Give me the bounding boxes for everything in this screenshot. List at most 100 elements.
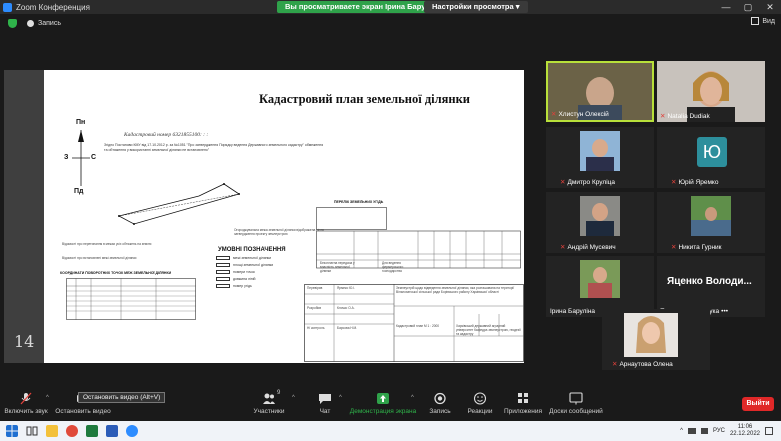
participant-name: Андрій Мусевич [567,243,616,251]
stop-video-label: Остановить видео [55,408,111,415]
legend-swatch [216,270,230,274]
participant-tile[interactable]: ✕ Арнаутова Олена [602,309,710,370]
task-view-icon[interactable] [26,425,38,437]
participant-name-large: Яценко Володи... [667,276,752,287]
apps-button[interactable]: Приложения [503,385,543,421]
legend-swatch [216,284,230,288]
chevron-down-icon: ▾ [515,2,520,11]
participant-tile[interactable]: ✕ Natalia Dudiak [657,61,765,122]
participant-name: Никита Гурник [678,243,722,251]
notifications-icon[interactable] [765,427,773,435]
record-button[interactable]: Запись [428,385,452,421]
participant-name-label: ✕ Юрій Яремко [671,178,719,187]
minimize-button[interactable]: — [715,0,737,14]
usage-row-text: Безоплатна передача у власність земельно… [320,261,355,273]
stop-video-button[interactable]: Остановить видео [55,385,111,421]
share-screen-button[interactable]: Демонстрация экрана [350,385,416,421]
participant-tile[interactable]: ✕ Никита Гурник [657,192,765,253]
loading-dots-icon: ••• [721,308,728,315]
participants-count: 9 [277,390,281,396]
share-screen-icon [377,393,389,404]
participant-tile[interactable]: Ірина Баруліна [546,256,654,317]
participant-video [691,196,731,236]
stamp-control: Барсова Н.М. [337,326,358,330]
grid-view-icon [751,17,760,25]
participant-name: Natalia Dudiak [667,112,710,120]
whiteboard-icon [569,392,583,405]
clock-date: 22.12.2022 [729,431,760,437]
close-button[interactable]: ✕ [759,0,781,14]
stamp-performer-label: Розробив [307,306,322,310]
mic-muted-icon: ✕ [560,179,566,186]
share-options-caret[interactable]: ^ [411,395,414,401]
reactions-button[interactable]: Реакции [466,385,494,421]
clock[interactable]: 11:06 22.12.2022 [730,424,760,438]
participant-tile[interactable]: ✕ Дмитро Круліца [546,127,654,188]
participant-name: Юрій Яремко [678,178,719,186]
windows-start-icon[interactable] [6,425,18,437]
legend-item: межі земельної ділянки [216,256,271,260]
participant-name: Дмитро Круліца [567,178,615,186]
participants-options-caret[interactable]: ^ [292,395,295,401]
title-bar: Zoom Конференция Вы просматриваете экран… [0,0,781,14]
whiteboards-button[interactable]: Доски сообщений [548,385,604,421]
document-note: Згідно Постанови КМУ від 17.10.2012 р. з… [104,143,324,152]
security-shield-icon[interactable] [8,18,17,28]
mic-muted-icon: ✕ [671,179,677,186]
chrome-icon[interactable] [66,425,78,437]
input-language[interactable]: РУС [713,428,725,434]
chat-options-caret[interactable]: ^ [339,395,342,401]
legend-item: номери точок [216,270,255,274]
participant-tile[interactable]: ✕ Андрій Мусевич [546,192,654,253]
word-icon[interactable] [106,425,118,437]
participants-button[interactable]: Участники [252,385,286,421]
system-tray: ^ РУС 11:06 22.12.2022 [680,421,773,441]
mic-muted-icon: ✕ [660,113,666,120]
legend-swatch [216,277,230,281]
audio-options-caret[interactable]: ^ [46,395,49,401]
legend-swatch [216,263,230,267]
legend-item-label: довжина ліній [233,277,256,281]
restrictions-note: Огороджувальна межа земельної ділянки ві… [234,228,324,236]
chat-button[interactable]: Чат [314,385,336,421]
participant-tile[interactable]: ✕ Хлистун Олексій [546,61,654,122]
document-title: Кадастровий план земельної ділянки [259,92,471,106]
stamp-project: Землеустрій щодо відведення земельної ді… [396,286,515,294]
share-screen-label: Демонстрация экрана [349,408,417,415]
apps-label: Приложения [503,408,543,415]
volume-icon[interactable] [700,428,708,434]
participants-icon [263,393,275,404]
participants-label: Участники [253,408,285,415]
network-icon[interactable] [687,428,696,434]
mic-muted-icon: ✕ [612,361,618,368]
meeting-toolbar: Включить звук ^ Остановить видео Участни… [0,385,781,421]
leave-button[interactable]: Выйти [742,397,774,411]
file-explorer-icon[interactable] [46,425,58,437]
smiley-icon [473,392,487,405]
maximize-button[interactable]: ▢ [737,0,759,14]
view-options-button[interactable]: Настройки просмотра ▾ [424,1,528,13]
shared-screen[interactable]: 14 Кадастровий план земельної ділянки Ка… [4,70,524,363]
record-label: Запись [429,408,451,415]
recording-label: Запись [38,19,61,27]
participant-avatar: Ю [697,137,727,167]
slide-thumbnail-strip [4,70,44,363]
unmute-button[interactable]: Включить звук [4,385,48,421]
view-options-label: Настройки просмотра [432,2,514,11]
stamp-checked: Ярмеко Ю.І. [337,286,356,290]
view-label: Вид [762,17,775,25]
participant-tile[interactable]: Ю ✕ Юрій Яремко [657,127,765,188]
legend-item: площі земельної ділянки [216,263,273,267]
legend-swatch [216,256,230,260]
legend-item-label: площі земельної ділянки [233,263,274,267]
view-button[interactable]: Вид [751,17,775,25]
zoom-taskbar-icon[interactable] [126,425,138,437]
participant-tile[interactable]: Яценко Володи... Подключение звука••• [657,256,765,317]
video-tooltip: Остановить видео (Alt+V) [78,392,166,403]
title-stamp [304,284,524,362]
participant-video [580,260,620,298]
tray-chevron-icon[interactable]: ^ [680,428,683,434]
info-left-text-2: Відомості про встановлені межі земельної… [62,256,137,260]
excel-icon[interactable] [86,425,98,437]
recording-icon [27,19,34,27]
